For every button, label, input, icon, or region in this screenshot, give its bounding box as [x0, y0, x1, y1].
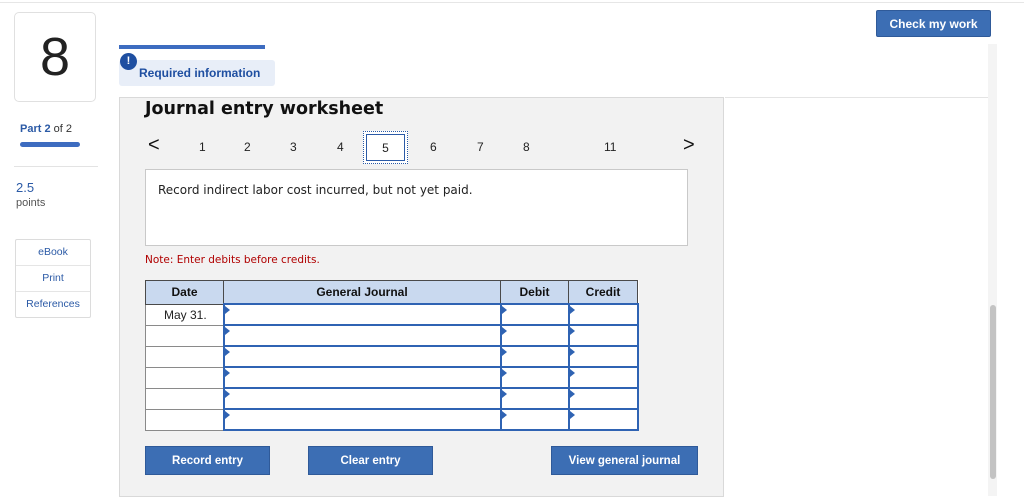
- debit-input[interactable]: [499, 303, 570, 326]
- required-info-bar: [119, 45, 265, 49]
- transaction-description: Record indirect labor cost incurred, but…: [158, 183, 473, 197]
- credit-header: Credit: [568, 280, 638, 305]
- account-select[interactable]: [222, 303, 502, 326]
- date-cell: [145, 408, 224, 431]
- part-of: of 2: [53, 123, 73, 135]
- sidebar-divider: [14, 166, 98, 167]
- table-row: May 31.: [145, 303, 639, 326]
- step-11[interactable]: 11: [604, 140, 616, 154]
- step-navigation: < 1 2 3 4 5 6 7 8 11 >: [145, 131, 695, 164]
- credit-input[interactable]: [567, 408, 639, 431]
- debit-header: Debit: [500, 280, 569, 305]
- required-info-label[interactable]: Required information: [139, 66, 260, 80]
- credit-input[interactable]: [567, 303, 639, 326]
- credit-input[interactable]: [567, 345, 639, 368]
- ebook-link[interactable]: eBook: [16, 240, 90, 266]
- debit-input[interactable]: [499, 324, 570, 347]
- general-journal-header: General Journal: [223, 280, 501, 305]
- debit-input[interactable]: [499, 345, 570, 368]
- input-marker-icon: [501, 348, 507, 356]
- input-marker-icon: [501, 411, 507, 419]
- input-marker-icon: [501, 369, 507, 377]
- account-select[interactable]: [222, 324, 502, 347]
- input-marker-icon: [501, 306, 507, 314]
- step-7[interactable]: 7: [477, 140, 484, 154]
- step-3[interactable]: 3: [290, 140, 297, 154]
- date-cell: [145, 345, 224, 368]
- sidebar-links: eBook Print References: [15, 239, 91, 318]
- clear-entry-button[interactable]: Clear entry: [308, 446, 433, 475]
- next-arrow-icon[interactable]: >: [683, 134, 695, 157]
- step-5-active[interactable]: 5: [363, 131, 408, 164]
- table-row: [145, 345, 639, 368]
- journal-header-row: Date General Journal Debit Credit: [145, 280, 638, 305]
- dropdown-marker-icon: [224, 348, 230, 356]
- dropdown-marker-icon: [224, 327, 230, 335]
- part-indicator: Part 2 of 2: [20, 123, 72, 135]
- table-row: [145, 387, 639, 410]
- date-cell: May 31.: [145, 303, 224, 326]
- view-general-journal-button[interactable]: View general journal: [551, 446, 698, 475]
- table-row: [145, 366, 639, 389]
- account-select[interactable]: [222, 387, 502, 410]
- worksheet-title: Journal entry worksheet: [145, 99, 384, 119]
- part-current: 2: [44, 123, 51, 135]
- credit-input[interactable]: [567, 387, 639, 410]
- journal-table: Date General Journal Debit Credit May 31…: [145, 280, 639, 431]
- dropdown-marker-icon: [224, 390, 230, 398]
- transaction-description-box: [145, 169, 688, 246]
- input-marker-icon: [569, 411, 575, 419]
- input-marker-icon: [569, 348, 575, 356]
- account-select[interactable]: [222, 408, 502, 431]
- dropdown-marker-icon: [224, 306, 230, 314]
- check-my-work-button[interactable]: Check my work: [876, 10, 991, 37]
- alert-icon: !: [120, 53, 137, 70]
- points-label: points: [16, 197, 46, 209]
- input-marker-icon: [501, 327, 507, 335]
- step-1[interactable]: 1: [199, 140, 206, 154]
- dropdown-marker-icon: [224, 411, 230, 419]
- date-cell: [145, 324, 224, 347]
- dropdown-marker-icon: [224, 369, 230, 377]
- header-rule: [725, 97, 993, 98]
- part-progress-bar: [20, 142, 80, 147]
- input-marker-icon: [501, 390, 507, 398]
- prev-arrow-icon[interactable]: <: [148, 134, 160, 157]
- input-marker-icon: [569, 327, 575, 335]
- credit-input[interactable]: [567, 324, 639, 347]
- account-select[interactable]: [222, 345, 502, 368]
- print-link[interactable]: Print: [16, 266, 90, 292]
- debit-credit-note: Note: Enter debits before credits.: [145, 254, 320, 266]
- part-prefix: Part 2: [20, 123, 51, 135]
- top-divider: [0, 2, 1024, 3]
- debit-input[interactable]: [499, 408, 570, 431]
- input-marker-icon: [569, 306, 575, 314]
- references-link[interactable]: References: [16, 292, 90, 317]
- account-select[interactable]: [222, 366, 502, 389]
- record-entry-button[interactable]: Record entry: [145, 446, 270, 475]
- credit-input[interactable]: [567, 366, 639, 389]
- scrollbar-thumb[interactable]: [990, 305, 996, 479]
- step-8[interactable]: 8: [523, 140, 530, 154]
- step-6[interactable]: 6: [430, 140, 437, 154]
- date-cell: [145, 387, 224, 410]
- table-row: [145, 324, 639, 347]
- step-2[interactable]: 2: [244, 140, 251, 154]
- table-row: [145, 408, 639, 431]
- date-cell: [145, 366, 224, 389]
- question-number-card: 8: [14, 12, 96, 102]
- date-header: Date: [145, 280, 224, 305]
- debit-input[interactable]: [499, 387, 570, 410]
- points-value: 2.5: [16, 180, 35, 195]
- input-marker-icon: [569, 390, 575, 398]
- question-number: 8: [39, 27, 71, 87]
- debit-input[interactable]: [499, 366, 570, 389]
- step-4[interactable]: 4: [337, 140, 344, 154]
- input-marker-icon: [569, 369, 575, 377]
